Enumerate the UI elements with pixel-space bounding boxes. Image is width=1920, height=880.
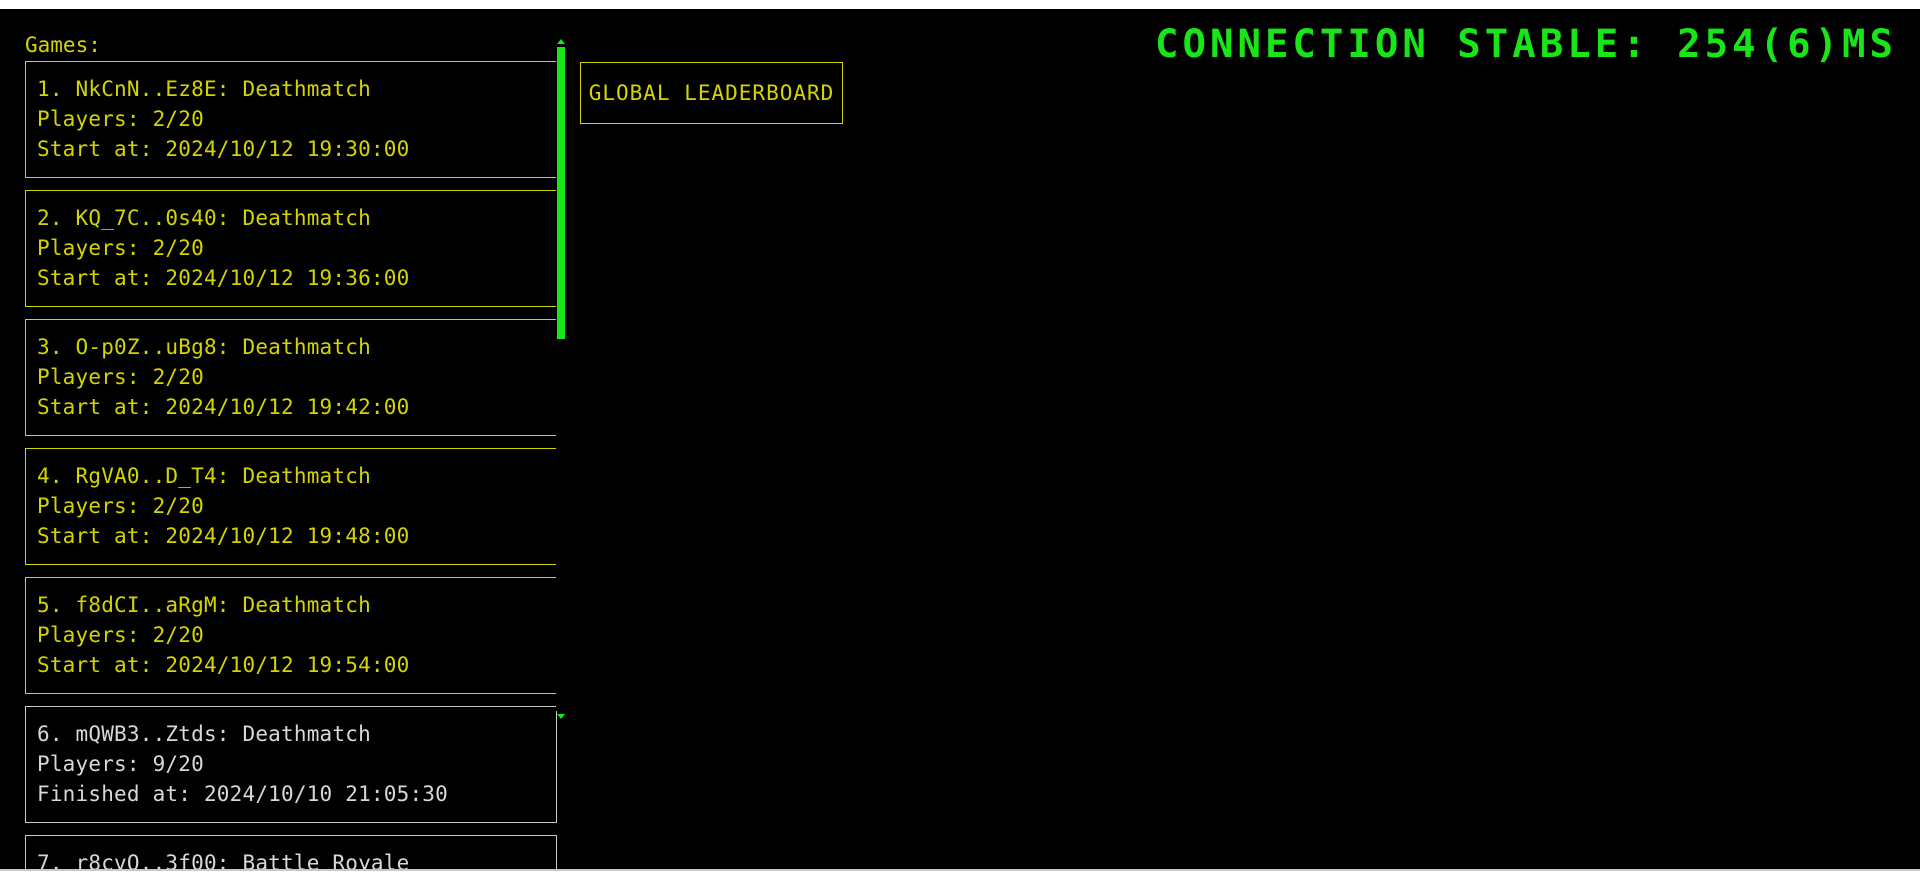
connection-status-text: CONNECTION STABLE: 254(6)MS — [1155, 22, 1897, 67]
game-title: 1. NkCnN..Ez8E: Deathmatch — [37, 77, 371, 101]
global-leaderboard-button[interactable]: GLOBAL LEADERBOARD — [580, 62, 843, 124]
game-time: Start at: 2024/10/12 19:54:00 — [37, 653, 410, 677]
game-card[interactable]: 2. KQ_7C..0s40: Deathmatch Players: 2/20 S… — [25, 190, 557, 307]
game-players: Players: 2/20 — [37, 365, 204, 389]
games-scroll-viewport[interactable]: 1. NkCnN..Ez8E: Deathmatch Players: 2/20 S… — [25, 61, 557, 871]
games-scrollbar[interactable] — [556, 39, 566, 719]
game-time: Start at: 2024/10/12 19:42:00 — [37, 395, 410, 419]
game-title: 7. r8cvO..3f00: Battle Royale — [37, 851, 410, 871]
games-list-label: Games: — [25, 33, 101, 57]
scrollbar-thumb[interactable] — [557, 47, 565, 339]
game-title: 3. O-p0Z..uBg8: Deathmatch — [37, 335, 371, 359]
game-players: Players: 2/20 — [37, 236, 204, 260]
scrollbar-track[interactable] — [556, 47, 566, 711]
game-card[interactable]: 4. RgVA0..D_T4: Deathmatch Players: 2/20 S… — [25, 448, 557, 565]
game-card[interactable]: 5. f8dCI..aRgM: Deathmatch Players: 2/20 S… — [25, 577, 557, 694]
scroll-down-arrow-icon[interactable] — [557, 714, 565, 719]
game-title: 6. mQWB3..Ztds: Deathmatch — [37, 722, 371, 746]
game-title: 4. RgVA0..D_T4: Deathmatch — [37, 464, 371, 488]
game-title: 5. f8dCI..aRgM: Deathmatch — [37, 593, 371, 617]
game-players: Players: 2/20 — [37, 494, 204, 518]
game-card[interactable]: 3. O-p0Z..uBg8: Deathmatch Players: 2/20 S… — [25, 319, 557, 436]
games-panel: Games: 1. NkCnN..Ez8E: Deathmatch Players… — [0, 9, 580, 871]
scroll-up-arrow-icon[interactable] — [557, 39, 565, 44]
game-title: 2. KQ_7C..0s40: Deathmatch — [37, 206, 371, 230]
game-lobby-screen: CONNECTION STABLE: 254(6)MS Games: 1. Nk… — [0, 9, 1920, 871]
game-time: Start at: 2024/10/12 19:36:00 — [37, 266, 410, 290]
game-time: Finished at: 2024/10/10 21:05:30 — [37, 782, 448, 806]
game-players: Players: 9/20 — [37, 752, 204, 776]
games-list: 1. NkCnN..Ez8E: Deathmatch Players: 2/20 S… — [25, 61, 557, 871]
game-players: Players: 2/20 — [37, 107, 204, 131]
game-card[interactable]: 1. NkCnN..Ez8E: Deathmatch Players: 2/20 S… — [25, 61, 557, 178]
game-card[interactable]: 6. mQWB3..Ztds: Deathmatch Players: 9/20 F… — [25, 706, 557, 823]
game-card[interactable]: 7. r8cvO..3f00: Battle RoyalePlayers: 2/… — [25, 835, 557, 871]
game-players: Players: 2/20 — [37, 623, 204, 647]
game-time: Start at: 2024/10/12 19:30:00 — [37, 137, 410, 161]
game-time: Start at: 2024/10/12 19:48:00 — [37, 524, 410, 548]
